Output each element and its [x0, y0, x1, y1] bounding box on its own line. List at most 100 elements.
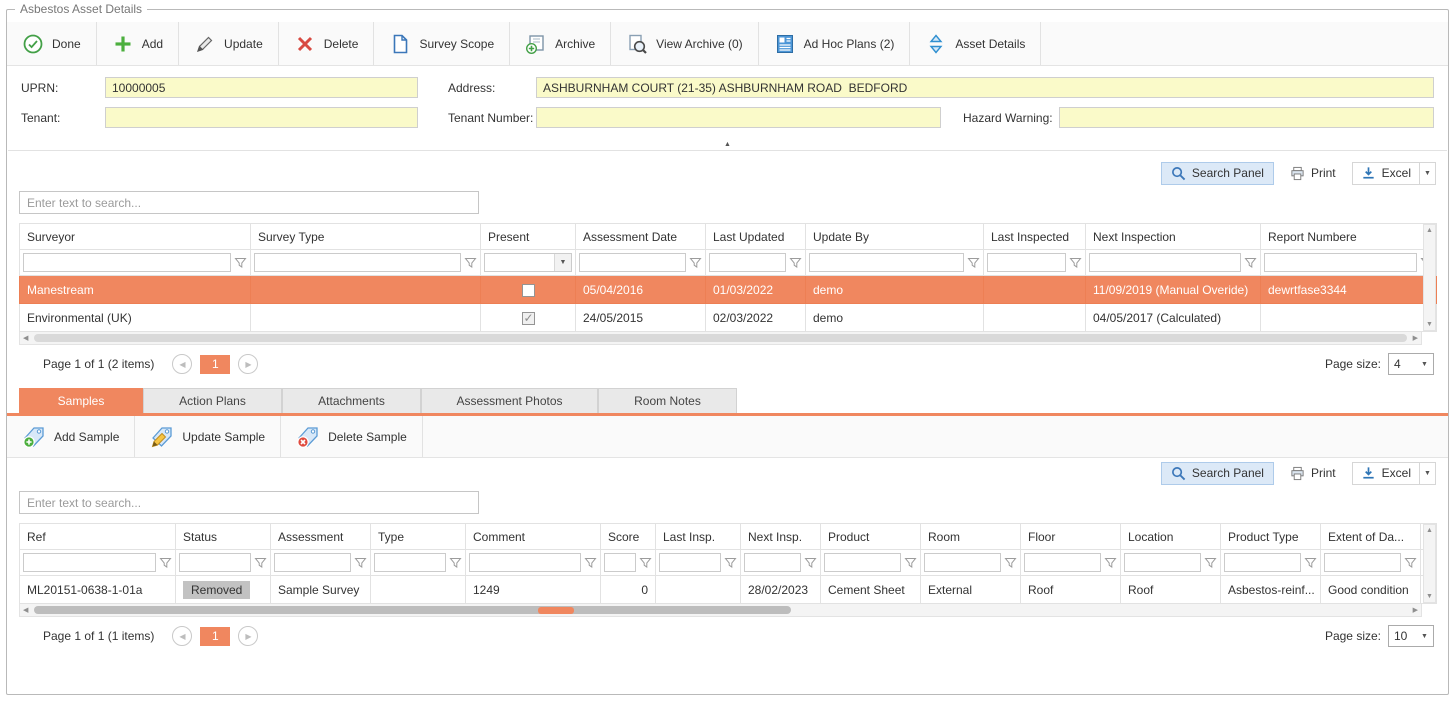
- col-header-last-insp[interactable]: Last Insp.: [656, 524, 741, 550]
- surveys-vertical-scrollbar[interactable]: ▲ ▼: [1423, 224, 1436, 331]
- next-page-button[interactable]: ▶: [238, 626, 258, 646]
- tab-room-notes[interactable]: Room Notes: [598, 388, 737, 413]
- filter-input[interactable]: [1324, 553, 1401, 572]
- filter-funnel-icon[interactable]: [1069, 256, 1082, 269]
- col-header-product[interactable]: Product: [821, 524, 921, 550]
- delete-sample-button[interactable]: Delete Sample: [281, 416, 423, 457]
- filter-funnel-icon[interactable]: [724, 556, 737, 569]
- filter-funnel-icon[interactable]: [354, 556, 367, 569]
- scrollbar-thumb[interactable]: [34, 606, 791, 614]
- prev-page-button[interactable]: ◀: [172, 626, 192, 646]
- filter-input[interactable]: [179, 553, 251, 572]
- page-size-select[interactable]: 4 ▼: [1388, 353, 1434, 375]
- col-header-surveyor[interactable]: Surveyor: [20, 224, 251, 250]
- samples-search-panel-button[interactable]: Search Panel: [1161, 462, 1274, 485]
- col-header-report-number[interactable]: Report Numbere: [1261, 224, 1437, 250]
- next-page-button[interactable]: ▶: [238, 354, 258, 374]
- surveys-print-button[interactable]: Print: [1286, 162, 1340, 185]
- scroll-left-icon[interactable]: ◀: [23, 606, 28, 614]
- filter-input[interactable]: [1024, 553, 1101, 572]
- samples-search-input[interactable]: [19, 491, 479, 514]
- filter-input[interactable]: [1224, 553, 1301, 572]
- filter-funnel-icon[interactable]: [639, 556, 652, 569]
- tab-attachments[interactable]: Attachments: [282, 388, 421, 413]
- col-header-extent-of-damage[interactable]: Extent of Da...: [1321, 524, 1421, 550]
- filter-funnel-icon[interactable]: [584, 556, 597, 569]
- filter-input[interactable]: [924, 553, 1001, 572]
- scroll-down-icon[interactable]: ▼: [1426, 321, 1433, 328]
- col-header-next-inspection[interactable]: Next Inspection: [1086, 224, 1261, 250]
- filter-funnel-icon[interactable]: [1204, 556, 1217, 569]
- filter-present-dropdown[interactable]: ▼: [484, 253, 572, 272]
- tab-assessment-photos[interactable]: Assessment Photos: [421, 388, 598, 413]
- col-header-update-by[interactable]: Update By: [806, 224, 984, 250]
- filter-input-update-by[interactable]: [809, 253, 964, 272]
- col-header-last-inspected[interactable]: Last Inspected: [984, 224, 1086, 250]
- add-button[interactable]: Add: [97, 22, 179, 65]
- present-checkbox[interactable]: [522, 312, 535, 325]
- add-sample-button[interactable]: Add Sample: [7, 416, 135, 457]
- filter-funnel-icon[interactable]: [1004, 556, 1017, 569]
- survey-row[interactable]: Manestream 05/04/2016 01/03/2022 demo 11…: [20, 276, 1437, 304]
- col-header-room[interactable]: Room: [921, 524, 1021, 550]
- prev-page-button[interactable]: ◀: [172, 354, 192, 374]
- filter-funnel-icon[interactable]: [449, 556, 462, 569]
- scroll-right-icon[interactable]: ▶: [1413, 334, 1418, 342]
- filter-funnel-icon[interactable]: [1244, 256, 1257, 269]
- scroll-up-icon[interactable]: ▲: [1426, 227, 1433, 234]
- page-size-select[interactable]: 10 ▼: [1388, 625, 1434, 647]
- tenant-number-input[interactable]: [536, 107, 941, 128]
- filter-funnel-icon[interactable]: [159, 556, 172, 569]
- filter-input[interactable]: [744, 553, 801, 572]
- filter-funnel-icon[interactable]: [234, 256, 247, 269]
- samples-print-button[interactable]: Print: [1286, 462, 1340, 485]
- surveys-horizontal-scrollbar[interactable]: ◀ ▶: [19, 332, 1422, 345]
- col-header-comment[interactable]: Comment: [466, 524, 601, 550]
- scrollbar-thumb[interactable]: [34, 334, 1407, 342]
- filter-funnel-icon[interactable]: [1304, 556, 1317, 569]
- scroll-left-icon[interactable]: ◀: [23, 334, 28, 342]
- col-header-last-updated[interactable]: Last Updated: [706, 224, 806, 250]
- samples-horizontal-scrollbar[interactable]: ◀ ▶: [19, 604, 1422, 617]
- col-header-score[interactable]: Score: [601, 524, 656, 550]
- col-header-location[interactable]: Location: [1121, 524, 1221, 550]
- uprn-input[interactable]: [105, 77, 418, 98]
- filter-funnel-icon[interactable]: [804, 556, 817, 569]
- filter-input[interactable]: [604, 553, 636, 572]
- update-sample-button[interactable]: Update Sample: [135, 416, 281, 457]
- filter-funnel-icon[interactable]: [1404, 556, 1417, 569]
- filter-input-last-inspected[interactable]: [987, 253, 1066, 272]
- col-header-ref[interactable]: Ref: [20, 524, 176, 550]
- filter-input-report-number[interactable]: [1264, 253, 1417, 272]
- filter-input[interactable]: [659, 553, 721, 572]
- filter-input[interactable]: [23, 553, 156, 572]
- col-header-survey-type[interactable]: Survey Type: [251, 224, 481, 250]
- filter-input-survey-type[interactable]: [254, 253, 461, 272]
- ad-hoc-plans-button[interactable]: Ad Hoc Plans (2): [759, 22, 911, 65]
- col-header-type[interactable]: Type: [371, 524, 466, 550]
- filter-funnel-icon[interactable]: [464, 256, 477, 269]
- scroll-down-icon[interactable]: ▼: [1426, 593, 1433, 600]
- filter-input[interactable]: [469, 553, 581, 572]
- current-page-button[interactable]: 1: [200, 627, 230, 646]
- filter-funnel-icon[interactable]: [1104, 556, 1117, 569]
- delete-button[interactable]: Delete: [279, 22, 375, 65]
- present-checkbox[interactable]: [522, 284, 535, 297]
- sample-row[interactable]: ML20151-0638-1-01a Removed Sample Survey…: [20, 576, 1437, 604]
- col-header-present[interactable]: Present: [481, 224, 576, 250]
- tenant-input[interactable]: [105, 107, 418, 128]
- surveys-search-input[interactable]: [19, 191, 479, 214]
- col-header-status[interactable]: Status: [176, 524, 271, 550]
- survey-scope-button[interactable]: Survey Scope: [374, 22, 510, 65]
- tab-samples[interactable]: Samples: [19, 388, 143, 413]
- samples-vertical-scrollbar[interactable]: ▲ ▼: [1423, 524, 1436, 603]
- scroll-up-icon[interactable]: ▲: [1426, 527, 1433, 534]
- surveys-excel-button[interactable]: Excel ▼: [1352, 162, 1436, 185]
- address-input[interactable]: [536, 77, 1434, 98]
- filter-funnel-icon[interactable]: [689, 256, 702, 269]
- hazard-warning-input[interactable]: [1059, 107, 1434, 128]
- col-header-assessment[interactable]: Assessment: [271, 524, 371, 550]
- filter-funnel-icon[interactable]: [789, 256, 802, 269]
- filter-input[interactable]: [824, 553, 901, 572]
- filter-input-next-inspection[interactable]: [1089, 253, 1241, 272]
